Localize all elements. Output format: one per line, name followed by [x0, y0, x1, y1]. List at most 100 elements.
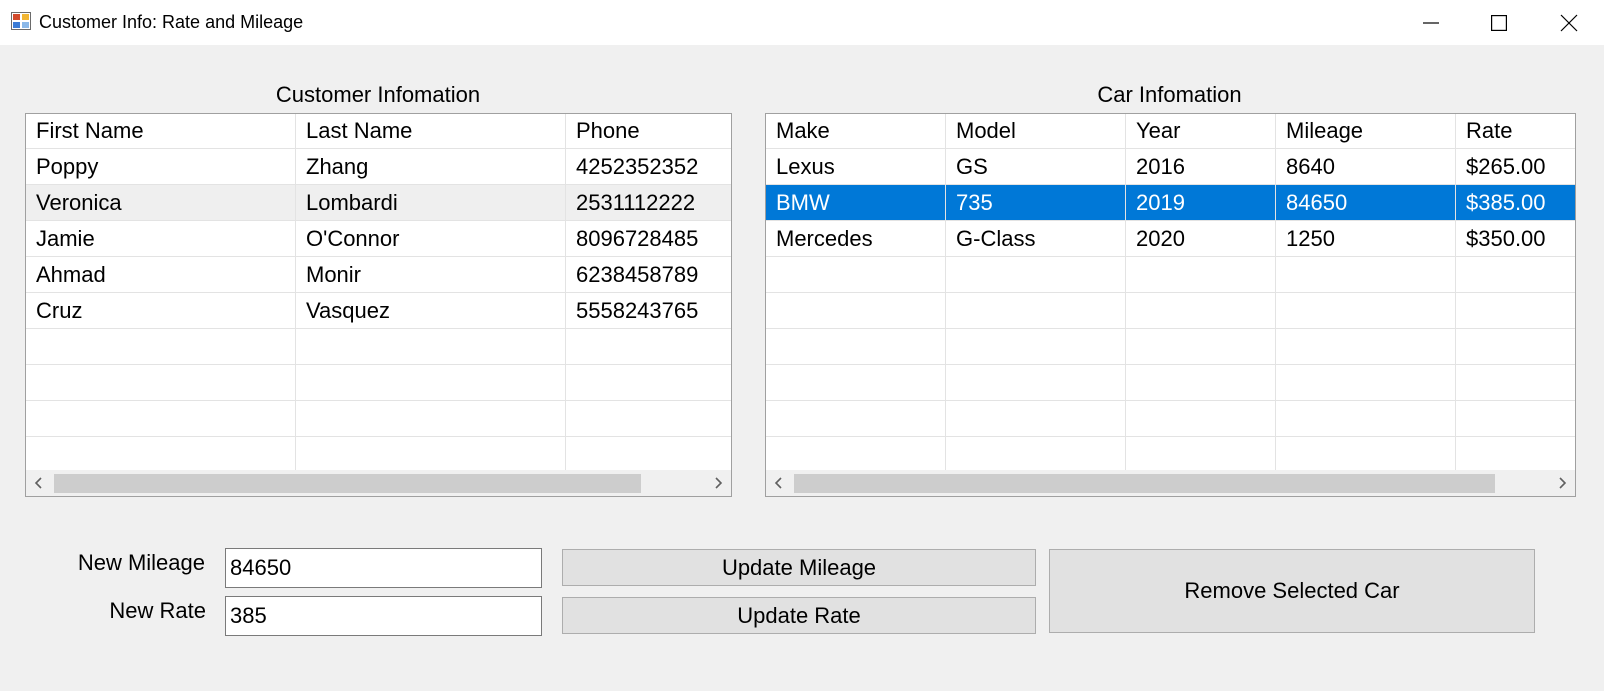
table-cell[interactable]: Vasquez — [296, 293, 566, 329]
table-cell[interactable]: Ahmad — [26, 257, 296, 293]
car-grid-scroll-thumb[interactable] — [794, 474, 1495, 493]
table-cell[interactable]: Zhang — [296, 149, 566, 185]
column-header[interactable]: Rate — [1456, 114, 1575, 149]
table-row[interactable]: Lexus GS 2016 8640 $265.00 — [766, 149, 1575, 185]
empty-cell — [1456, 401, 1575, 437]
table-cell[interactable]: 8096728485 — [566, 221, 731, 257]
remove-selected-car-button[interactable]: Remove Selected Car — [1049, 549, 1535, 633]
table-row[interactable] — [766, 293, 1575, 329]
table-row[interactable] — [26, 329, 731, 365]
empty-cell — [946, 365, 1126, 401]
column-header[interactable]: Year — [1126, 114, 1276, 149]
table-cell[interactable]: 4252352352 — [566, 149, 731, 185]
table-cell[interactable]: 2016 — [1126, 149, 1276, 185]
customer-grid-header[interactable]: First Name Last Name Phone — [26, 114, 731, 149]
table-cell[interactable]: 84650 — [1276, 185, 1456, 221]
column-header[interactable]: Make — [766, 114, 946, 149]
empty-cell — [766, 257, 946, 293]
table-row[interactable]: Mercedes G-Class 2020 1250 $350.00 — [766, 221, 1575, 257]
table-cell[interactable]: Jamie — [26, 221, 296, 257]
table-cell[interactable]: Mercedes — [766, 221, 946, 257]
table-cell[interactable]: 735 — [946, 185, 1126, 221]
empty-cell — [296, 401, 566, 437]
new-mileage-field[interactable] — [225, 548, 542, 588]
empty-cell — [1126, 365, 1276, 401]
table-cell[interactable]: G-Class — [946, 221, 1126, 257]
table-row[interactable] — [766, 257, 1575, 293]
scroll-left-button[interactable] — [766, 470, 792, 496]
column-header[interactable]: Model — [946, 114, 1126, 149]
customer-grid-scroll-thumb[interactable] — [54, 474, 641, 493]
new-mileage-input[interactable] — [226, 549, 541, 587]
empty-cell — [1456, 257, 1575, 293]
new-rate-input[interactable] — [226, 597, 541, 635]
table-cell[interactable]: GS — [946, 149, 1126, 185]
table-cell[interactable]: 2020 — [1126, 221, 1276, 257]
table-cell[interactable]: $385.00 — [1456, 185, 1575, 221]
minimize-button[interactable] — [1397, 0, 1465, 45]
table-cell[interactable]: 6238458789 — [566, 257, 731, 293]
empty-cell — [946, 329, 1126, 365]
table-row[interactable] — [766, 329, 1575, 365]
empty-cell — [1456, 365, 1575, 401]
car-panel-title: Car Infomation — [1097, 82, 1242, 107]
table-cell[interactable]: 2531112222 — [566, 185, 731, 221]
table-row[interactable]: BMW 735 2019 84650 $385.00 — [766, 185, 1575, 221]
scroll-right-button[interactable] — [1549, 470, 1575, 496]
update-rate-button[interactable]: Update Rate — [562, 597, 1036, 634]
column-header[interactable]: Mileage — [1276, 114, 1456, 149]
car-grid-header[interactable]: Make Model Year Mileage Rate — [766, 114, 1575, 149]
empty-cell — [1456, 329, 1575, 365]
table-cell[interactable]: Lombardi — [296, 185, 566, 221]
table-row[interactable]: Ahmad Monir 6238458789 — [26, 257, 731, 293]
table-cell[interactable]: Cruz — [26, 293, 296, 329]
empty-cell — [766, 329, 946, 365]
table-row[interactable] — [766, 365, 1575, 401]
empty-cell — [566, 329, 731, 365]
app-icon — [11, 12, 31, 30]
customer-grid[interactable]: First Name Last Name Phone Poppy Zhang 425235… — [25, 113, 732, 497]
car-grid[interactable]: Make Model Year Mileage Rate Lexus GS 2016 8640 $… — [765, 113, 1576, 497]
table-cell[interactable]: Veronica — [26, 185, 296, 221]
table-cell[interactable]: O'Connor — [296, 221, 566, 257]
update-mileage-button[interactable]: Update Mileage — [562, 549, 1036, 586]
table-cell[interactable]: 5558243765 — [566, 293, 731, 329]
table-cell[interactable]: Lexus — [766, 149, 946, 185]
table-cell[interactable]: Poppy — [26, 149, 296, 185]
close-button[interactable] — [1535, 0, 1603, 45]
table-row[interactable] — [26, 401, 731, 437]
column-header[interactable]: Phone — [566, 114, 731, 149]
empty-cell — [296, 365, 566, 401]
table-row[interactable]: Poppy Zhang 4252352352 — [26, 149, 731, 185]
table-row[interactable] — [766, 437, 1575, 470]
table-cell[interactable]: 2019 — [1126, 185, 1276, 221]
new-rate-field[interactable] — [225, 596, 542, 636]
scroll-left-button[interactable] — [26, 470, 52, 496]
maximize-button[interactable] — [1465, 0, 1533, 45]
table-cell[interactable]: 1250 — [1276, 221, 1456, 257]
column-header[interactable]: Last Name — [296, 114, 566, 149]
empty-cell — [566, 365, 731, 401]
table-row[interactable] — [26, 365, 731, 401]
table-row[interactable]: Jamie O'Connor 8096728485 — [26, 221, 731, 257]
empty-cell — [946, 437, 1126, 470]
column-header[interactable]: First Name — [26, 114, 296, 149]
table-cell[interactable]: $265.00 — [1456, 149, 1575, 185]
table-row[interactable]: Cruz Vasquez 5558243765 — [26, 293, 731, 329]
empty-cell — [1126, 437, 1276, 470]
customer-grid-hscrollbar[interactable] — [26, 470, 731, 496]
car-grid-hscrollbar[interactable] — [766, 470, 1575, 496]
empty-cell — [1276, 365, 1456, 401]
close-icon — [1560, 14, 1578, 31]
table-cell[interactable]: BMW — [766, 185, 946, 221]
chevron-left-icon — [774, 477, 782, 489]
table-row[interactable] — [766, 401, 1575, 437]
table-cell[interactable]: 8640 — [1276, 149, 1456, 185]
table-cell[interactable]: Monir — [296, 257, 566, 293]
table-row[interactable] — [26, 437, 731, 470]
empty-cell — [766, 401, 946, 437]
scroll-right-button[interactable] — [705, 470, 731, 496]
table-cell[interactable]: $350.00 — [1456, 221, 1575, 257]
chevron-right-icon — [715, 477, 723, 489]
table-row[interactable]: Veronica Lombardi 2531112222 — [26, 185, 731, 221]
